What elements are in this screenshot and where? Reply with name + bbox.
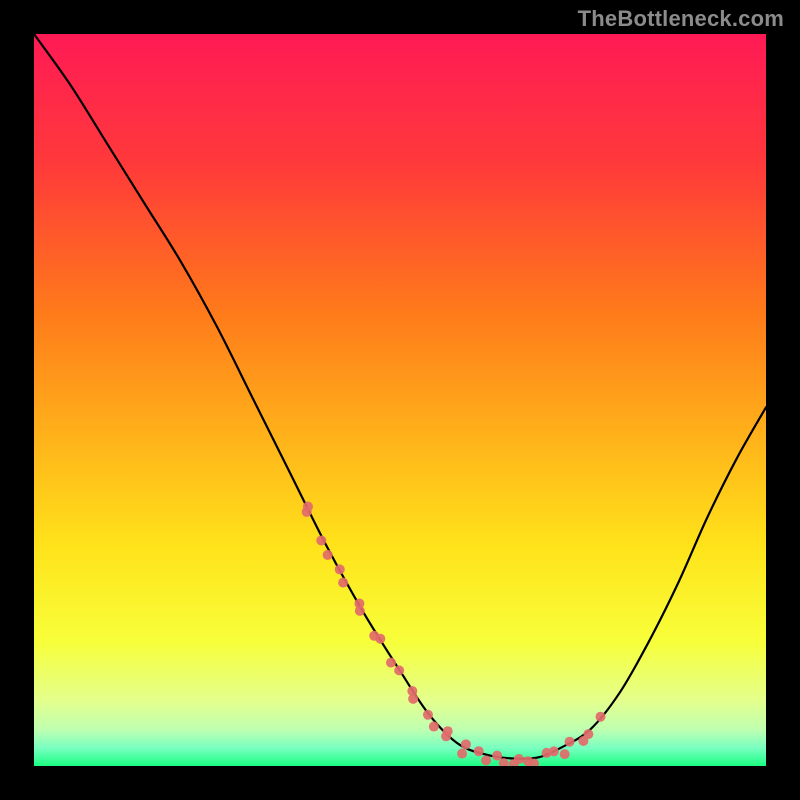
marker-dot <box>394 665 404 675</box>
marker-dot <box>429 722 439 732</box>
marker-dot <box>386 658 396 668</box>
marker-dot <box>355 606 365 616</box>
marker-dot <box>338 578 348 588</box>
marker-dot <box>514 754 524 764</box>
marker-dot <box>583 729 593 739</box>
marker-dot <box>560 749 570 759</box>
marker-dot <box>595 712 605 722</box>
watermark-text: TheBottleneck.com <box>578 6 784 32</box>
marker-dot <box>565 737 575 747</box>
marker-dot <box>492 751 502 761</box>
chart-plot <box>34 34 766 766</box>
marker-dot <box>303 502 313 512</box>
marker-dot <box>549 746 559 756</box>
chart-frame: TheBottleneck.com <box>0 0 800 800</box>
marker-dot <box>423 710 433 720</box>
gradient-background <box>34 34 766 766</box>
marker-dot <box>323 550 333 560</box>
marker-dot <box>474 746 484 756</box>
marker-dot <box>461 739 471 749</box>
marker-dot <box>335 564 345 574</box>
marker-dot <box>443 726 453 736</box>
marker-dot <box>375 634 385 644</box>
marker-dot <box>408 694 418 704</box>
marker-dot <box>457 749 467 759</box>
marker-dot <box>316 535 326 545</box>
marker-dot <box>481 755 491 765</box>
